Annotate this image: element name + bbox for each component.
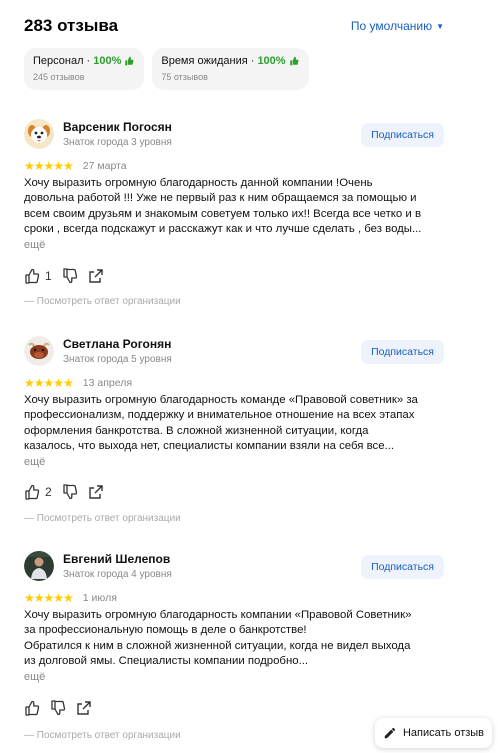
review-card: Светлана Рогонян Знаток города 5 уровня … [24,336,444,536]
star-rating: ★★★★★ [24,376,74,390]
review-text-line: профессионализм, поддержку и внимательно… [24,409,415,422]
review-text-line: Хочу выразить огромную благодарность ком… [24,609,412,621]
write-review-label: Написать отзыв [402,727,485,739]
review-text-line: сроки , всегда подскажут и расскажут как… [24,222,422,235]
view-org-answer-link[interactable]: — Посмотреть ответ организации [24,730,181,741]
aspect-chips: Персонал · 100% 245 отзывов Время ожидан… [24,48,309,90]
aspect-chip-staff[interactable]: Персонал · 100% 245 отзывов [24,48,145,90]
review-actions: 2 [24,484,104,500]
like-button[interactable] [24,700,40,716]
chip-count: 245 отзывов [33,72,85,82]
review-text-line: Хочу выразить огромную благодарность ком… [24,394,418,406]
thumbs-up-icon [25,484,40,500]
chip-count: 75 отзывов [161,72,208,82]
subscribe-button[interactable]: Подписаться [361,123,444,147]
author-level: Знаток города 5 уровня [63,354,172,365]
review-card: Варсеник Погосян Знаток города 3 уровня … [24,119,444,319]
chip-percent: 100% [257,55,286,67]
sort-label: По умолчанию [350,19,433,33]
review-date: 1 июля [82,592,117,604]
thumbs-up-icon [25,268,40,284]
like-count: 2 [45,485,52,499]
author-level: Знаток города 3 уровня [63,137,172,148]
review-actions: 1 [24,268,104,284]
rating-row: ★★★★★ 1 июля [24,591,117,605]
view-org-answer-link[interactable]: — Посмотреть ответ организации [24,513,181,524]
review-text: Хочу выразить огромную благодарность ком… [24,393,446,454]
star-rating: ★★★★★ [24,591,74,605]
share-button[interactable] [76,700,92,716]
review-text: Хочу выразить огромную благодарность дан… [24,176,446,237]
dog-avatar-icon [24,119,54,149]
photo-avatar[interactable] [24,551,54,581]
review-text-line: довольна работой !!! Уже не первый раз к… [24,192,417,205]
review-date: 27 марта [82,160,127,172]
review-text-line: Обратился к ним в сложной жизненной ситу… [24,639,411,652]
dislike-button[interactable] [50,700,66,716]
chip-label: Персонал · [33,55,91,67]
bull-avatar-icon [24,336,54,366]
thumbs-down-icon [63,484,77,500]
more-link[interactable]: ещё [24,671,45,683]
view-org-answer-link[interactable]: — Посмотреть ответ организации [24,296,181,307]
user-photo-icon [24,551,54,581]
review-text: Хочу выразить огромную благодарность ком… [24,608,446,669]
pencil-icon [384,727,396,739]
reviews-header: 283 отзыва По умолчанию ▼ [24,14,444,38]
chip-percent: 100% [93,55,122,67]
review-text-line: Хочу выразить огромную благодарность дан… [24,177,373,189]
thumbs-down-icon [51,700,66,716]
review-date: 13 апреля [82,377,133,389]
share-icon [88,269,103,283]
share-button[interactable] [88,268,104,284]
dislike-button[interactable] [62,268,78,284]
review-author[interactable]: Варсеник Погосян [63,120,172,134]
share-icon [77,701,91,715]
subscribe-button[interactable]: Подписаться [361,555,444,579]
review-text-line: за профессиональную помощь в деле о банк… [24,624,307,637]
bull-avatar[interactable] [24,336,54,366]
review-actions [24,700,92,716]
caret-down-icon: ▼ [436,21,444,31]
thumbs-up-icon [25,700,40,716]
star-rating: ★★★★★ [24,159,74,173]
sort-dropdown[interactable]: По умолчанию ▼ [351,19,444,33]
dislike-button[interactable] [62,484,78,500]
author-level: Знаток города 4 уровня [63,569,172,580]
review-text-line: оформления банкротства. В сложной жизнен… [24,424,369,437]
subscribe-button[interactable]: Подписаться [361,340,444,364]
more-link[interactable]: ещё [24,239,45,251]
thumbs-up-icon [125,56,134,66]
review-author[interactable]: Светлана Рогонян [63,337,171,351]
aspect-chip-waiting-time[interactable]: Время ожидания · 100% 75 отзывов [152,48,309,90]
more-link[interactable]: ещё [24,456,45,468]
review-text-line: из долговой ямы. Специалисты компании по… [24,654,309,667]
thumbs-up-icon [289,56,299,66]
dog-avatar[interactable] [24,119,54,149]
like-count: 1 [45,269,52,283]
review-author[interactable]: Евгений Шелепов [63,552,170,566]
review-text-line: всем своим друзьям и знакомым советуем т… [24,207,421,220]
like-button[interactable]: 1 [24,268,52,284]
rating-row: ★★★★★ 13 апреля [24,376,132,390]
rating-row: ★★★★★ 27 марта [24,159,127,173]
review-card: Евгений Шелепов Знаток города 4 уровня П… [24,551,444,746]
thumbs-down-icon [63,268,77,284]
share-icon [88,485,103,499]
review-text-line: казалось, что выхода нет, специалисты ко… [24,439,395,452]
review-count: 283 отзыва [24,16,119,35]
chip-label: Время ожидания · [161,55,255,67]
share-button[interactable] [88,484,104,500]
write-review-button[interactable]: Написать отзыв [375,718,492,748]
like-button[interactable]: 2 [24,484,52,500]
